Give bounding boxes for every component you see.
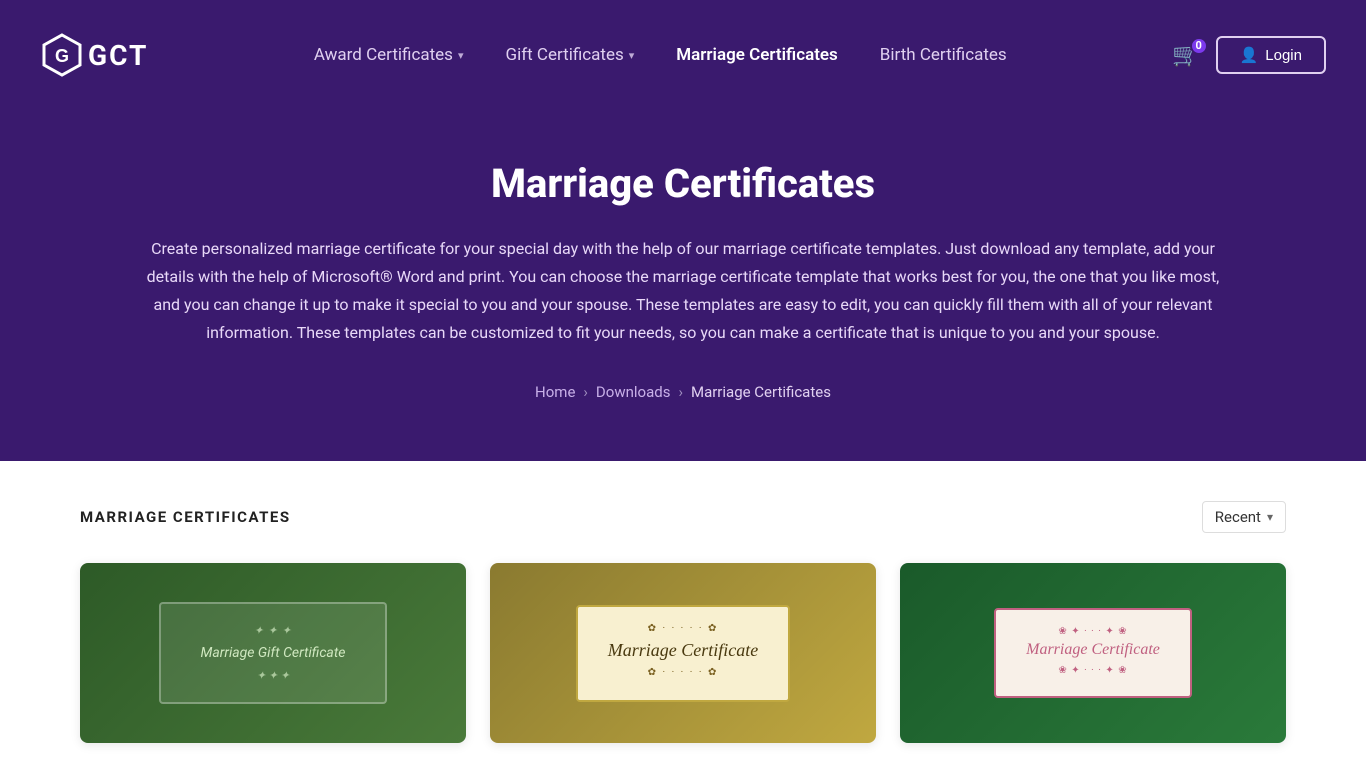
cards-grid: ✦ ✦ ✦ Marriage Gift Certificate ✦ ✦ ✦ ✿ … xyxy=(80,563,1286,743)
hero-description: Create personalized marriage certificate… xyxy=(133,235,1233,347)
navbar: G GCT Award Certificates ▾ Gift Certific… xyxy=(0,0,1366,110)
logo-text: GCT xyxy=(88,39,148,72)
certificate-preview-3: ❀ ✦ · · · ✦ ❀ Marriage Certificate ❀ ✦ ·… xyxy=(994,608,1192,698)
card-image-3: ❀ ✦ · · · ✦ ❀ Marriage Certificate ❀ ✦ ·… xyxy=(900,563,1286,743)
breadcrumb-current: Marriage Certificates xyxy=(691,383,831,401)
logo-icon: G xyxy=(40,33,84,77)
section-header: MARRIAGE CERTIFICATES Recent ▾ xyxy=(80,501,1286,533)
cart-button[interactable]: 🛒 0 xyxy=(1172,43,1199,68)
user-icon: 👤 xyxy=(1240,46,1259,64)
breadcrumb: Home › Downloads › Marriage Certificates xyxy=(80,383,1286,401)
nav-right: 🛒 0 👤 Login xyxy=(1172,36,1326,74)
sort-dropdown[interactable]: Recent ▾ xyxy=(1202,501,1286,533)
certificate-preview-2: ✿ · · · · · ✿ Marriage Certificate ✿ · ·… xyxy=(576,605,790,702)
certificate-card-1[interactable]: ✦ ✦ ✦ Marriage Gift Certificate ✦ ✦ ✦ xyxy=(80,563,466,743)
chevron-down-icon: ▾ xyxy=(629,49,635,62)
breadcrumb-downloads[interactable]: Downloads xyxy=(596,383,671,401)
card-image-1: ✦ ✦ ✦ Marriage Gift Certificate ✦ ✦ ✦ xyxy=(80,563,466,743)
certificate-card-2[interactable]: ✿ · · · · · ✿ Marriage Certificate ✿ · ·… xyxy=(490,563,876,743)
breadcrumb-home[interactable]: Home xyxy=(535,383,575,401)
svg-text:G: G xyxy=(55,46,69,66)
certificate-card-3[interactable]: ❀ ✦ · · · ✦ ❀ Marriage Certificate ❀ ✦ ·… xyxy=(900,563,1286,743)
certificate-preview-1: ✦ ✦ ✦ Marriage Gift Certificate ✦ ✦ ✦ xyxy=(159,602,388,704)
content-section: MARRIAGE CERTIFICATES Recent ▾ ✦ ✦ ✦ Mar… xyxy=(0,461,1366,783)
chevron-down-icon: ▾ xyxy=(1267,510,1273,524)
page-title: Marriage Certificates xyxy=(80,160,1286,207)
hero-section: Marriage Certificates Create personalize… xyxy=(0,110,1366,461)
nav-gift-certificates[interactable]: Gift Certificates ▾ xyxy=(489,37,650,73)
card-image-2: ✿ · · · · · ✿ Marriage Certificate ✿ · ·… xyxy=(490,563,876,743)
login-button[interactable]: 👤 Login xyxy=(1216,36,1326,74)
nav-birth-certificates[interactable]: Birth Certificates xyxy=(864,37,1023,73)
nav-links: Award Certificates ▾ Gift Certificates ▾… xyxy=(298,37,1023,73)
breadcrumb-sep-2: › xyxy=(678,383,683,401)
breadcrumb-sep-1: › xyxy=(583,383,588,401)
logo[interactable]: G GCT xyxy=(40,33,148,77)
cart-badge: 0 xyxy=(1190,37,1208,55)
sort-label: Recent xyxy=(1215,508,1261,526)
chevron-down-icon: ▾ xyxy=(458,49,464,62)
nav-award-certificates[interactable]: Award Certificates ▾ xyxy=(298,37,480,73)
section-title: MARRIAGE CERTIFICATES xyxy=(80,508,291,526)
nav-marriage-certificates[interactable]: Marriage Certificates xyxy=(660,37,854,73)
